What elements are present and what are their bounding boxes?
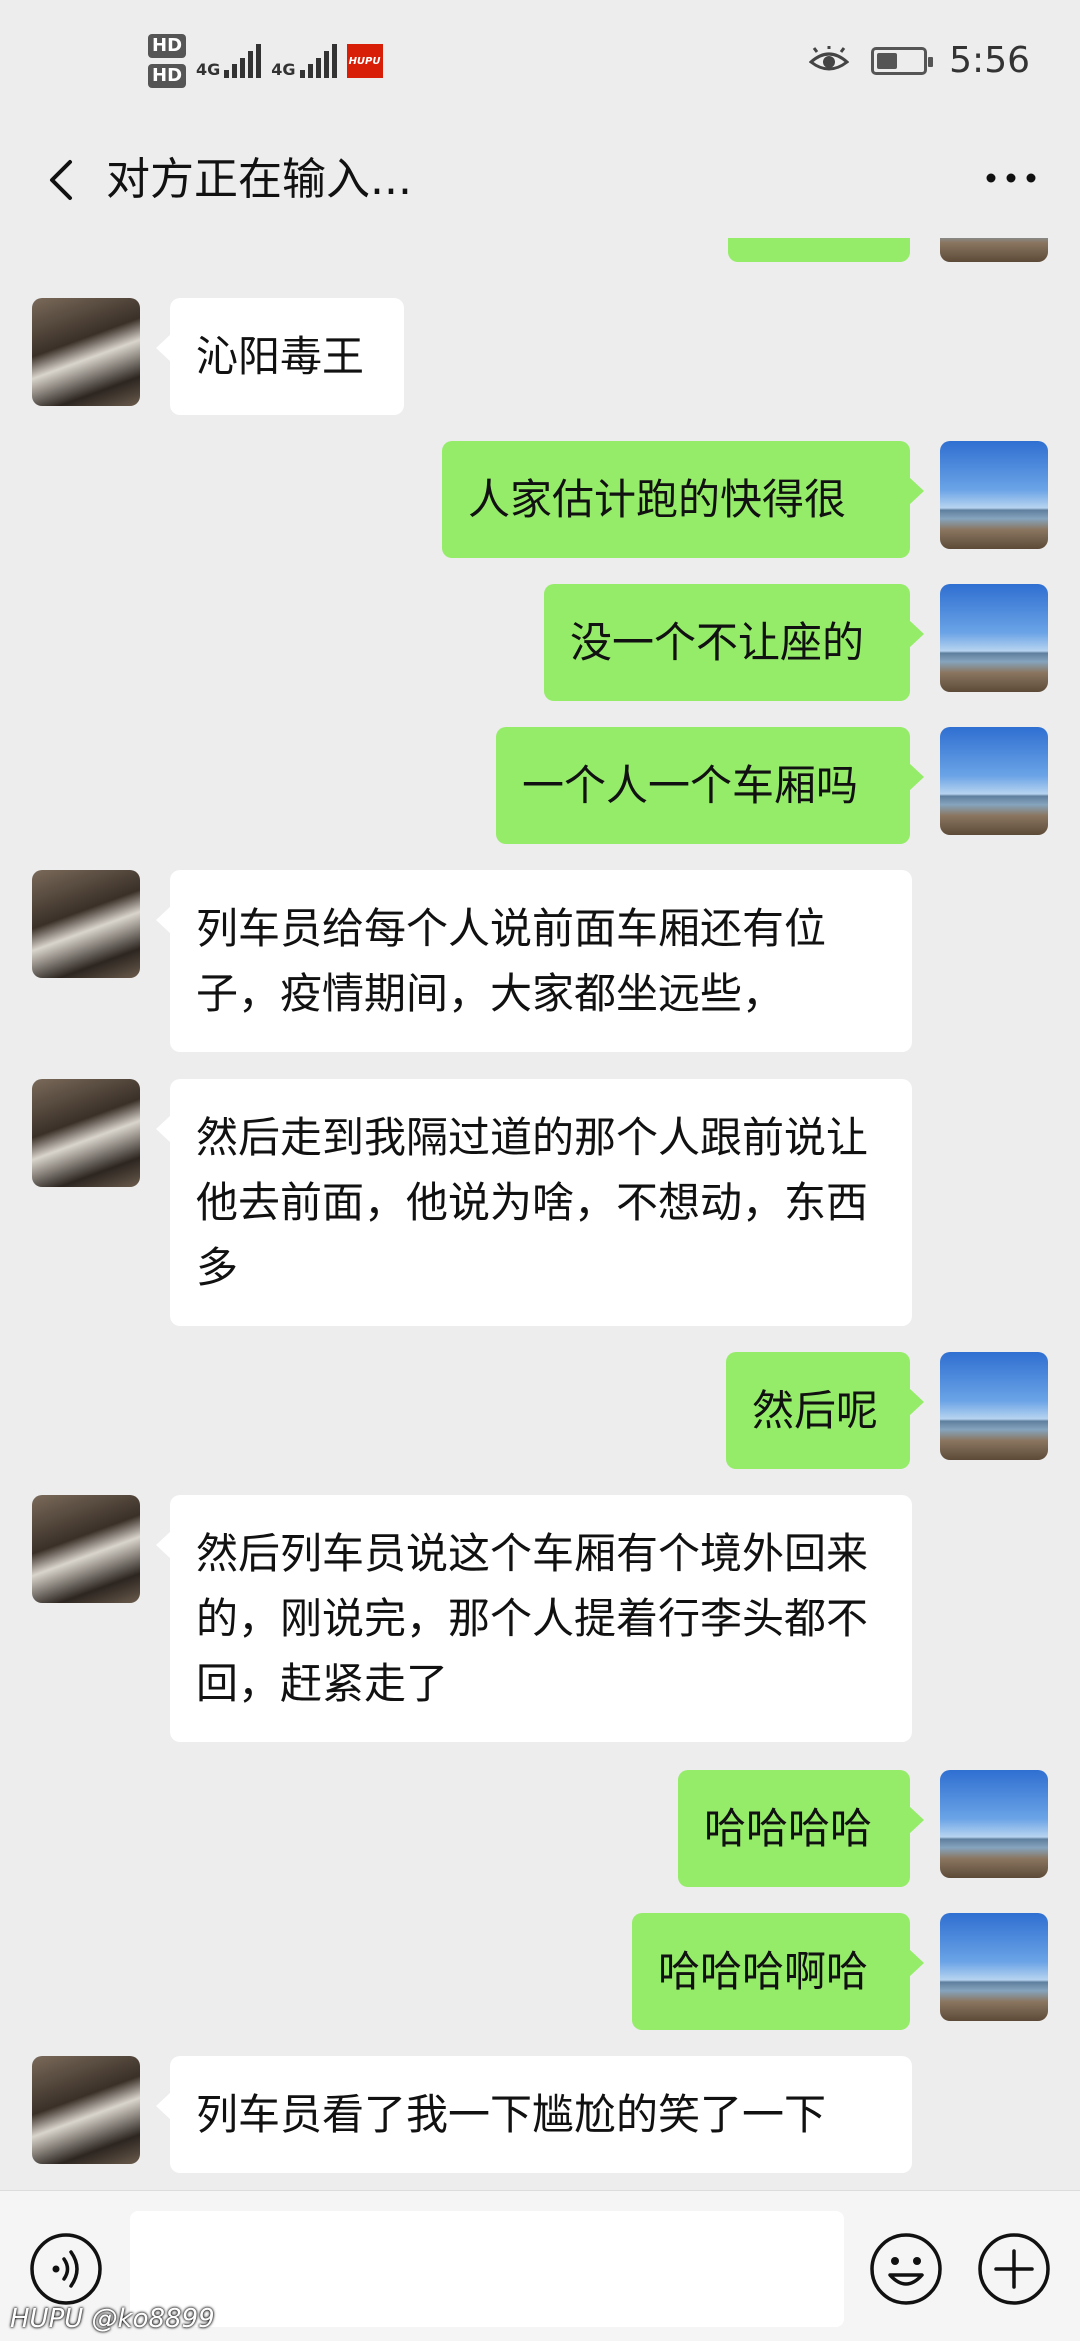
message-bubble-outgoing[interactable]: 一个人一个车厢吗 xyxy=(496,727,924,844)
avatar-friend[interactable] xyxy=(32,1079,140,1187)
emoji-icon[interactable] xyxy=(868,2231,944,2307)
avatar-self[interactable] xyxy=(940,441,1048,549)
avatar-friend[interactable] xyxy=(32,870,140,978)
plus-icon[interactable] xyxy=(976,2231,1052,2307)
more-options-icon[interactable] xyxy=(976,148,1046,208)
network-type-2: 4G xyxy=(271,60,296,79)
signal-bars-icon xyxy=(299,44,337,78)
avatar-self[interactable] xyxy=(940,584,1048,692)
message-bubble-partial[interactable] xyxy=(728,238,910,262)
message-bubble-outgoing[interactable]: 没一个不让座的 xyxy=(544,584,924,701)
avatar-self[interactable] xyxy=(940,1770,1048,1878)
signal-2: 4G xyxy=(271,44,337,79)
status-left: HD HD 4G 4G HUPU xyxy=(148,34,383,88)
message-bubble-outgoing[interactable]: 哈哈哈啊哈 xyxy=(632,1913,924,2030)
sim1-hd-badge: HD xyxy=(148,34,187,58)
message-bubble-incoming[interactable]: 然后走到我隔过道的那个人跟前说让他去前面，他说为啥，不想动，东西多 xyxy=(156,1079,912,1326)
back-arrow-icon[interactable] xyxy=(34,150,94,210)
battery-icon xyxy=(871,46,934,75)
message-bubble-incoming[interactable]: 沁阳毒王 xyxy=(156,298,404,415)
message-list[interactable]: 沁阳毒王 人家估计跑的快得很 没一个不让座的 一个人一个车厢吗 列车员给每个人说… xyxy=(0,238,1080,2190)
avatar-friend[interactable] xyxy=(32,1495,140,1603)
message-bubble-incoming[interactable]: 列车员给每个人说前面车厢还有位子，疫情期间，大家都坐远些， xyxy=(156,870,912,1052)
message-bubble-outgoing[interactable]: 然后呢 xyxy=(726,1352,924,1469)
hupu-app-icon: HUPU xyxy=(346,44,383,78)
avatar-self[interactable] xyxy=(940,1352,1048,1460)
message-bubble-outgoing[interactable]: 哈哈哈哈 xyxy=(678,1770,924,1887)
status-bar: HD HD 4G 4G HUPU 5:56 xyxy=(0,0,1080,130)
status-right: 5:56 xyxy=(809,40,1030,81)
message-bubble-outgoing[interactable]: 人家估计跑的快得很 xyxy=(442,441,924,558)
sim2-hd-badge: HD xyxy=(148,64,187,88)
signal-1: 4G xyxy=(196,44,262,79)
message-bubble-incoming[interactable]: 然后列车员说这个车厢有个境外回来的，刚说完，那个人提着行李头都不回，赶紧走了 xyxy=(156,1495,912,1742)
avatar-friend[interactable] xyxy=(32,298,140,406)
watermark: HUPU @ko8899 xyxy=(10,2304,215,2334)
sim-indicators: HD HD xyxy=(148,34,187,88)
message-bubble-incoming[interactable]: 列车员看了我一下尴尬的笑了一下 xyxy=(156,2056,912,2173)
avatar-self[interactable] xyxy=(940,1913,1048,2021)
avatar-self[interactable] xyxy=(940,238,1048,262)
clock: 5:56 xyxy=(949,40,1030,81)
avatar-self[interactable] xyxy=(940,727,1048,835)
voice-input-icon[interactable] xyxy=(28,2231,104,2307)
eye-comfort-icon xyxy=(809,45,850,70)
message-input[interactable] xyxy=(130,2211,844,2327)
network-type-1: 4G xyxy=(196,60,221,79)
signal-bars-icon xyxy=(224,44,262,78)
page-title: 对方正在输入... xyxy=(106,154,412,205)
avatar-friend[interactable] xyxy=(32,2056,140,2164)
chat-header: 对方正在输入... xyxy=(0,130,1080,238)
